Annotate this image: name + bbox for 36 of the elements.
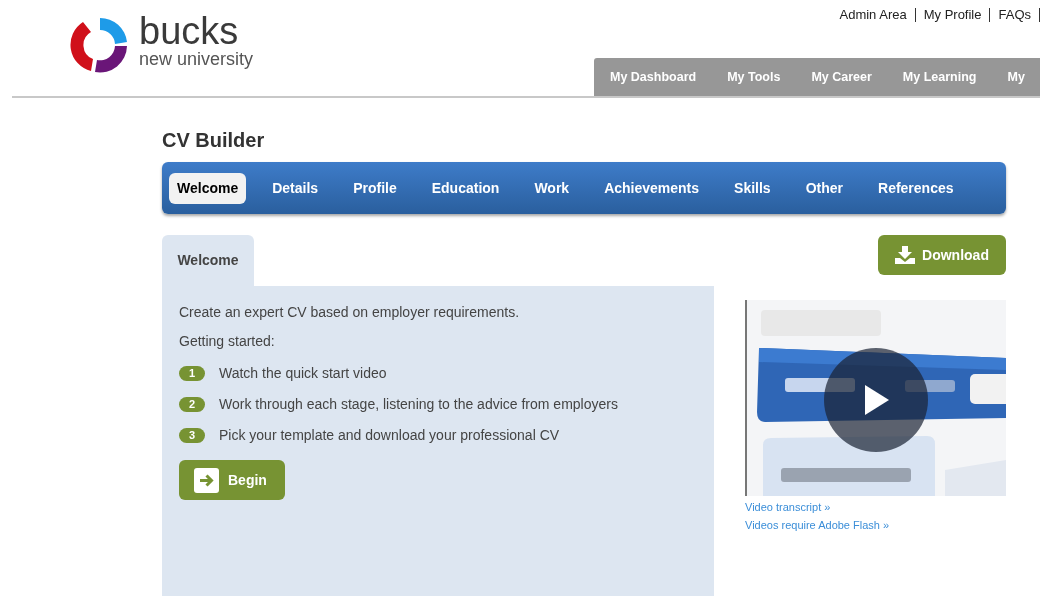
cv-tab[interactable]: Achievements: [587, 172, 717, 204]
step-text: Pick your template and download your professional CV: [219, 427, 560, 444]
main-nav-link[interactable]: My Dashboard: [610, 67, 697, 87]
cv-tab[interactable]: Work: [517, 172, 587, 204]
panel-tab[interactable]: Welcome: [162, 235, 254, 286]
step-text: Work through each stage, listening to the advice from employers: [219, 396, 618, 413]
cv-tab[interactable]: Other: [788, 172, 860, 204]
video-link[interactable]: Video transcript »: [745, 500, 831, 514]
cv-tab[interactable]: Education: [414, 172, 517, 204]
header-link[interactable]: My Profile: [915, 8, 991, 22]
cv-tab[interactable]: Skills: [717, 172, 788, 204]
step-text: Watch the quick start video: [219, 365, 387, 382]
header-link[interactable]: FAQs: [990, 8, 1040, 22]
step-number-badge: 1: [179, 366, 205, 381]
step-number-badge: 2: [179, 397, 205, 412]
main-nav-link[interactable]: My Career: [811, 67, 872, 87]
download-button[interactable]: Download: [878, 235, 1006, 275]
header-link[interactable]: Admin Area: [831, 8, 916, 22]
main-nav-link[interactable]: My: [1007, 67, 1025, 87]
step-number-badge: 3: [179, 428, 205, 443]
video-link[interactable]: Videos require Adobe Flash »: [745, 518, 890, 532]
cv-tab[interactable]: Profile: [336, 172, 414, 204]
download-icon: [895, 246, 916, 264]
getting-started-text: Getting started:: [179, 333, 276, 350]
logo-tagline: new university: [139, 50, 254, 68]
cv-tab[interactable]: Welcome: [169, 172, 247, 204]
begin-button[interactable]: Begin: [179, 460, 285, 500]
play-icon: [863, 385, 889, 415]
cv-tab[interactable]: Details: [255, 172, 336, 204]
logo-wordmark: bucks: [139, 10, 240, 52]
page-title: CV Builder: [162, 128, 266, 152]
main-nav-link[interactable]: My Learning: [902, 67, 977, 87]
arrow-right-icon: [194, 467, 219, 493]
intro-text: Create an expert CV based on employer requirements.: [179, 304, 521, 321]
cv-tab[interactable]: References: [861, 172, 971, 204]
main-nav-link[interactable]: My Tools: [727, 67, 781, 87]
